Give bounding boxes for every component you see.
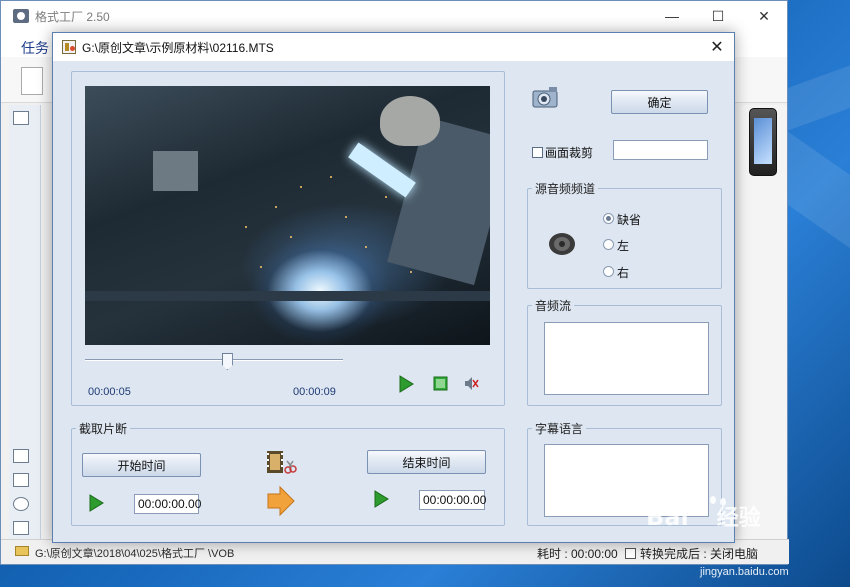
spark <box>300 186 302 188</box>
elapsed-time: 耗时 : 00:00:00 <box>537 547 618 561</box>
tools-category-icon[interactable] <box>13 521 29 535</box>
start-time-button[interactable]: 开始时间 <box>82 453 201 477</box>
background-titlebar: 格式工厂 2.50 — ☐ ✕ <box>1 1 787 31</box>
confirm-button[interactable]: 确定 <box>611 90 708 114</box>
mute-icon[interactable] <box>464 376 479 391</box>
folder-icon[interactable] <box>15 546 29 556</box>
after-conversion-label: 转换完成后 : 关闭电脑 <box>640 547 759 561</box>
spark <box>245 226 247 228</box>
watermark-url: jingyan.baidu.com <box>700 566 789 578</box>
spark <box>365 246 367 248</box>
audio-stream-label: 音频流 <box>532 297 575 314</box>
dialog-titlebar: G:\原创文章\示例原材料\02116.MTS ✕ <box>53 33 734 61</box>
spark <box>275 206 277 208</box>
video-preview <box>85 86 490 345</box>
picture-category-icon[interactable] <box>13 473 29 487</box>
spark <box>290 236 292 238</box>
film-scissors-icon <box>267 451 297 474</box>
end-play-icon[interactable] <box>373 490 389 508</box>
spark <box>260 266 262 268</box>
camera-settings-icon[interactable] <box>531 85 561 111</box>
clip-group-label: 截取片断 <box>76 420 131 437</box>
mobile-device-icon[interactable] <box>749 108 777 176</box>
film-clip-icon <box>62 40 76 54</box>
video-rail <box>85 291 490 301</box>
minimize-button[interactable]: — <box>649 1 695 31</box>
video-worker-helmet <box>380 96 440 146</box>
timeline-slider-track[interactable] <box>85 359 343 361</box>
shutdown-checkbox[interactable] <box>625 548 636 559</box>
channel-right-radio[interactable] <box>603 266 614 277</box>
maximize-button[interactable]: ☐ <box>695 1 741 31</box>
background-app-title: 格式工厂 2.50 <box>35 9 110 24</box>
audio-category-icon[interactable] <box>13 449 29 463</box>
audio-stream-list[interactable] <box>544 322 709 395</box>
speaker-icon <box>549 233 575 255</box>
current-time: 00:00:05 <box>88 386 131 398</box>
video-category-icon[interactable] <box>13 111 29 125</box>
watermark-suffix: 经验 <box>716 506 761 531</box>
spark <box>410 271 412 273</box>
app-icon <box>13 9 29 23</box>
menu-task[interactable]: 任务 <box>21 38 49 58</box>
output-folder-path: G:\原创文章\2018\04\025\格式工厂 \VOB <box>35 548 235 560</box>
background-sidebar <box>9 105 41 539</box>
end-time: 00:00:09 <box>293 386 336 398</box>
clip-settings-dialog: G:\原创文章\示例原材料\02116.MTS ✕ 00:00:05 00:00… <box>52 32 735 543</box>
channel-left-label: 左 <box>617 239 630 253</box>
video-machine <box>153 151 198 191</box>
end-time-field[interactable]: 00:00:00.00 <box>419 490 486 510</box>
spark <box>385 196 387 198</box>
end-time-button[interactable]: 结束时间 <box>367 450 486 474</box>
subtitle-language-label: 字幕语言 <box>532 420 587 437</box>
video-welding-shield <box>348 142 416 198</box>
start-play-icon[interactable] <box>88 494 104 512</box>
document-icon[interactable] <box>21 67 43 95</box>
channel-default-label: 缺省 <box>617 213 642 227</box>
channel-default-radio[interactable] <box>603 213 614 224</box>
watermark-brand: Bai <box>646 503 689 531</box>
watermark-logo: Bai 经验 <box>646 500 761 532</box>
crop-label: 画面裁剪 <box>545 146 594 160</box>
after-conversion-option[interactable]: 转换完成后 : 关闭电脑 <box>625 545 758 562</box>
channel-left-radio[interactable] <box>603 239 614 250</box>
channel-right-label: 右 <box>617 266 630 280</box>
disc-category-icon[interactable] <box>13 497 29 511</box>
audio-channel-label: 源音频频道 <box>532 180 599 197</box>
stop-icon[interactable] <box>433 376 448 391</box>
spark <box>345 216 347 218</box>
spark <box>330 176 332 178</box>
play-icon[interactable] <box>398 375 414 393</box>
dialog-close-button[interactable]: ✕ <box>700 33 734 61</box>
close-button[interactable]: ✕ <box>741 1 787 31</box>
crop-field[interactable] <box>613 140 708 160</box>
arrow-right-icon <box>267 485 295 517</box>
start-time-field[interactable]: 00:00:00.00 <box>134 494 201 514</box>
crop-checkbox[interactable] <box>532 147 543 158</box>
dialog-title: G:\原创文章\示例原材料\02116.MTS <box>82 40 274 55</box>
